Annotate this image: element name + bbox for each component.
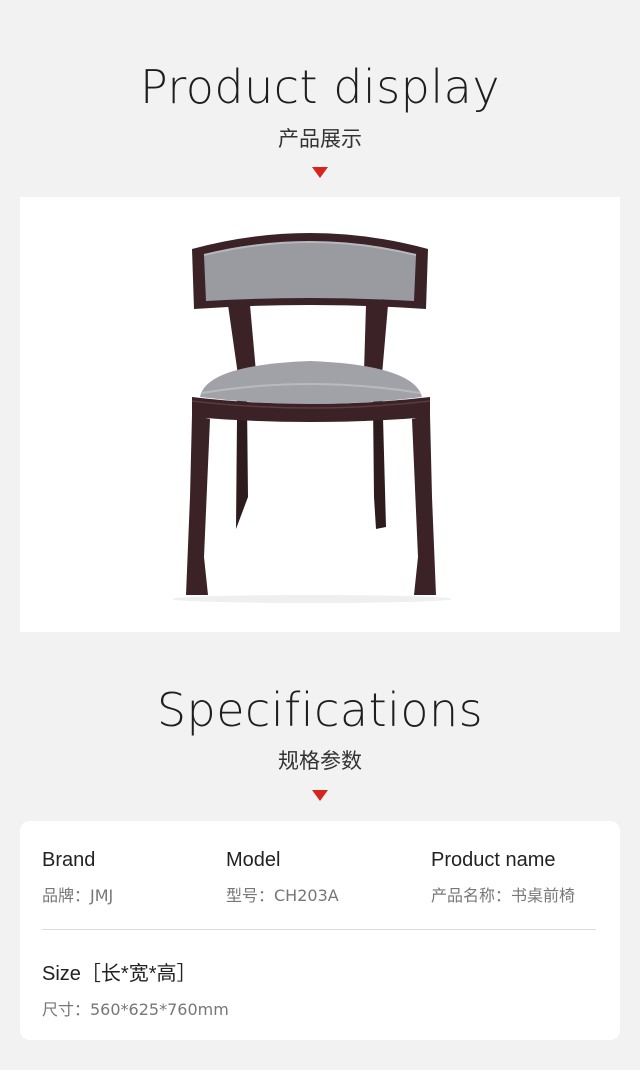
specifications-card: Brand 品牌：JMJ Model 型号：CH203A Product nam… bbox=[20, 821, 620, 1040]
section-title-product-display: Product display bbox=[139, 60, 501, 114]
spec-model-label: Model bbox=[226, 849, 281, 871]
spec-model: Model 型号：CH203A bbox=[226, 849, 339, 906]
section-subtitle-product-display: 产品展示 bbox=[278, 127, 362, 151]
triangle-down-icon bbox=[312, 167, 328, 178]
spec-size-value: 尺寸：560*625*760mm bbox=[42, 1000, 229, 1019]
spec-product-name: Product name 产品名称：书桌前椅 bbox=[431, 849, 575, 906]
chair-illustration bbox=[172, 233, 452, 603]
spec-brand: Brand 品牌：JMJ bbox=[42, 849, 113, 906]
spec-product-name-label: Product name bbox=[431, 849, 556, 871]
product-image bbox=[20, 197, 620, 632]
spec-brand-value: 品牌：JMJ bbox=[42, 886, 114, 905]
spec-model-value: 型号：CH203A bbox=[226, 886, 339, 905]
spec-divider bbox=[42, 929, 596, 930]
triangle-down-icon bbox=[312, 790, 328, 801]
section-title-specifications: Specifications bbox=[156, 683, 484, 737]
section-subtitle-specifications: 规格参数 bbox=[278, 749, 362, 773]
spec-size-label: Size［长*宽*高］ bbox=[42, 963, 197, 985]
spec-brand-label: Brand bbox=[42, 849, 96, 871]
spec-product-name-value: 产品名称：书桌前椅 bbox=[431, 886, 576, 905]
spec-size: Size［长*宽*高］ 尺寸：560*625*760mm bbox=[42, 957, 229, 1020]
